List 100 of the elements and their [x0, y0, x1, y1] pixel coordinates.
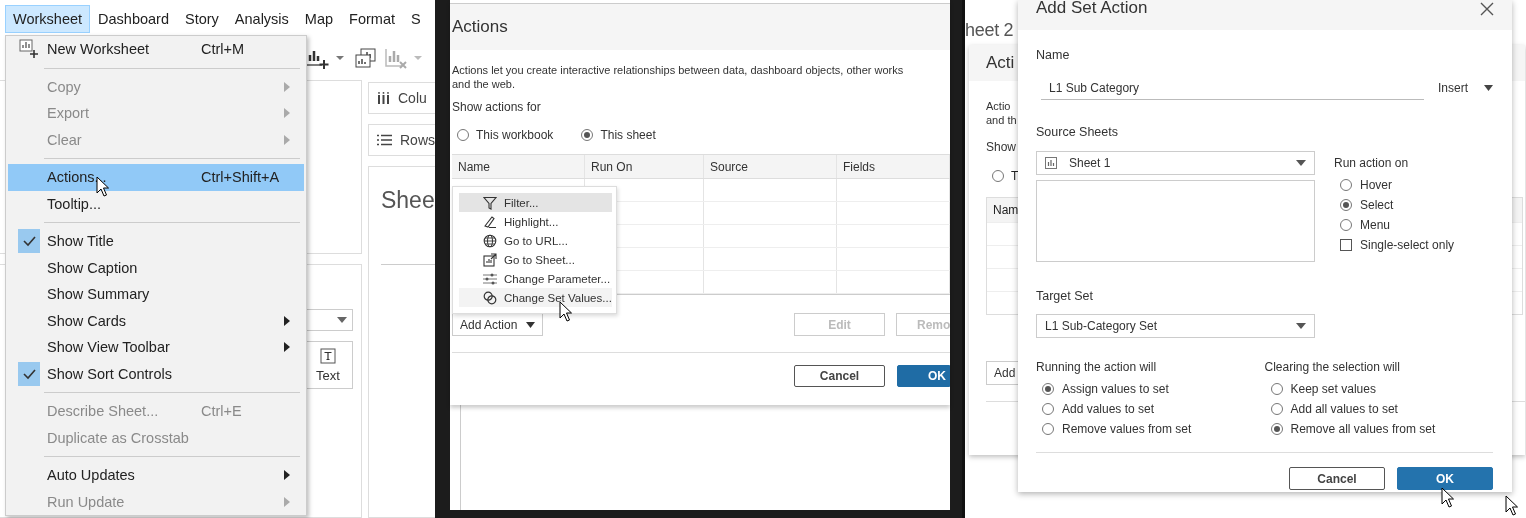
group-label: Run action on	[1334, 156, 1410, 170]
column-header[interactable]: Fields	[837, 155, 950, 178]
menu-bar-item[interactable]: Dashboard	[90, 5, 177, 33]
shelf-label: Rows	[400, 132, 435, 148]
radio-label: Remove all values from set	[1290, 422, 1436, 436]
radio-label: Add values to set	[1062, 402, 1155, 416]
radio-button[interactable]	[1270, 403, 1283, 415]
menu-bar-item[interactable]: Analysis	[226, 5, 297, 33]
section-label: Show actions for	[452, 100, 542, 114]
menu-item[interactable]: Show View Toolbar	[8, 334, 304, 361]
caret-icon[interactable]	[336, 55, 344, 61]
rings-icon	[483, 290, 497, 305]
caret-icon	[1296, 323, 1306, 329]
radio-label: Add all values to set	[1290, 402, 1398, 416]
worksheet-icon	[1045, 157, 1057, 169]
sliders-icon	[483, 271, 497, 286]
caret-icon	[337, 317, 347, 323]
radio-label: Remove values from set	[1062, 422, 1192, 436]
add-action-button[interactable]: Add Action	[452, 313, 543, 336]
radio-button[interactable]	[1042, 403, 1054, 415]
radio-button[interactable]	[581, 129, 594, 141]
radio-label: This workbook	[476, 128, 554, 142]
checkbox-label: Single-select only	[1360, 238, 1455, 252]
dialog-title: Acti	[986, 53, 1015, 73]
menu-item[interactable]: Change Set Values...	[459, 288, 612, 307]
dialog-button[interactable]: Cancel	[794, 365, 885, 387]
menu-item[interactable]: Show Summary	[8, 281, 304, 308]
menu-item[interactable]: Highlight...	[459, 212, 612, 231]
column-header[interactable]: Name	[452, 155, 585, 178]
shelf-label: Colu	[398, 90, 427, 106]
menu-bar-item[interactable]: S	[402, 5, 429, 33]
menu-bar-item[interactable]: Format	[341, 5, 403, 33]
menu-item[interactable]: Actions... Ctrl+Shift+A	[8, 164, 304, 191]
radio-label: Select	[1360, 198, 1394, 212]
menu-item[interactable]: Change Parameter...	[459, 269, 612, 288]
menu-item[interactable]: Tooltip...	[8, 190, 304, 217]
shortcut-label: Ctrl+M	[201, 41, 245, 58]
menu-item[interactable]: Show Sort Controls	[8, 360, 304, 387]
chart-icon[interactable]	[354, 47, 378, 69]
columns-icon	[377, 92, 390, 104]
menu-item[interactable]: Go to Sheet...	[459, 250, 612, 269]
radio-label: Hover	[1360, 178, 1392, 192]
insert-button[interactable]: Insert	[1438, 81, 1493, 95]
target-set-dropdown[interactable]: L1 Sub-Category Set	[1036, 314, 1315, 338]
radio-button[interactable]	[1340, 219, 1352, 231]
column-header[interactable]: Nam	[993, 203, 1019, 217]
shortcut-label: Ctrl+E	[201, 403, 242, 420]
radio-label: Keep set values	[1290, 382, 1376, 396]
menu-bar-item[interactable]: Map	[296, 5, 342, 33]
field-label: Source Sheets	[1036, 125, 1119, 139]
radio-button[interactable]	[1270, 383, 1283, 395]
dialog-button[interactable]: OK	[897, 365, 950, 387]
checkbox[interactable]	[1340, 239, 1352, 251]
field-label: Target Set	[1036, 289, 1094, 303]
menu-item[interactable]: Show Title	[8, 228, 304, 255]
column-header[interactable]: Run On	[585, 155, 704, 178]
text-icon	[320, 347, 336, 364]
caret-icon[interactable]	[414, 55, 422, 61]
radio-button[interactable]	[1340, 179, 1352, 191]
dialog-description: Actio and th	[986, 99, 1017, 127]
source-sheet-dropdown[interactable]: Sheet 1	[1036, 151, 1315, 175]
radio-button[interactable]	[992, 170, 1004, 182]
menu-item[interactable]: Show Cards	[8, 307, 304, 334]
menu-item[interactable]: Show Caption	[8, 254, 304, 281]
dialog-button[interactable]: Cancel	[1289, 467, 1385, 490]
dialog-title: Actions	[452, 17, 508, 37]
sheet-link-icon	[483, 252, 497, 267]
funnel-icon	[483, 195, 497, 210]
field-label: Name	[1036, 47, 1071, 62]
caret-icon	[1296, 160, 1306, 166]
menu-item[interactable]: Auto Updates	[8, 462, 304, 489]
radio-button[interactable]	[1340, 199, 1352, 211]
sheet-title: Shee	[381, 187, 435, 213]
sheet-title: heet 2	[965, 20, 1014, 41]
radio-label: This sheet	[600, 128, 656, 142]
menu-item[interactable]: New Worksheet Ctrl+M	[8, 36, 304, 63]
radio-label: T	[1011, 169, 1019, 183]
globe-icon	[483, 233, 497, 248]
clear-chart-icon[interactable]	[384, 46, 408, 70]
radio-button[interactable]	[1042, 423, 1054, 435]
pen-icon	[483, 214, 497, 229]
dialog-button[interactable]: OK	[1397, 467, 1493, 490]
menu-item[interactable]: Go to URL...	[459, 231, 612, 250]
column-header[interactable]: Source	[704, 155, 837, 178]
radio-button[interactable]	[1042, 383, 1054, 395]
radio-button[interactable]	[1270, 423, 1283, 435]
menu-bar-item[interactable]: Story	[177, 5, 227, 33]
caret-icon	[526, 321, 535, 328]
section-label: Show	[986, 140, 1017, 154]
menu-bar-item[interactable]: Worksheet	[5, 5, 91, 33]
radio-label: Menu	[1360, 218, 1391, 232]
radio-label: Assign values to set	[1062, 382, 1169, 396]
close-icon[interactable]	[1480, 2, 1494, 16]
shortcut-label: Ctrl+Shift+A	[201, 169, 280, 186]
rows-icon	[377, 134, 392, 146]
dialog-description: Actions let you create interactive relationships between data, dashboard objects, other works and the web.	[452, 63, 905, 91]
radio-button[interactable]	[457, 129, 469, 141]
menu-item[interactable]: Filter...	[459, 193, 612, 212]
dialog-title: Add Set Action	[1036, 0, 1148, 16]
group-label: Clearing the selection will	[1264, 360, 1401, 374]
